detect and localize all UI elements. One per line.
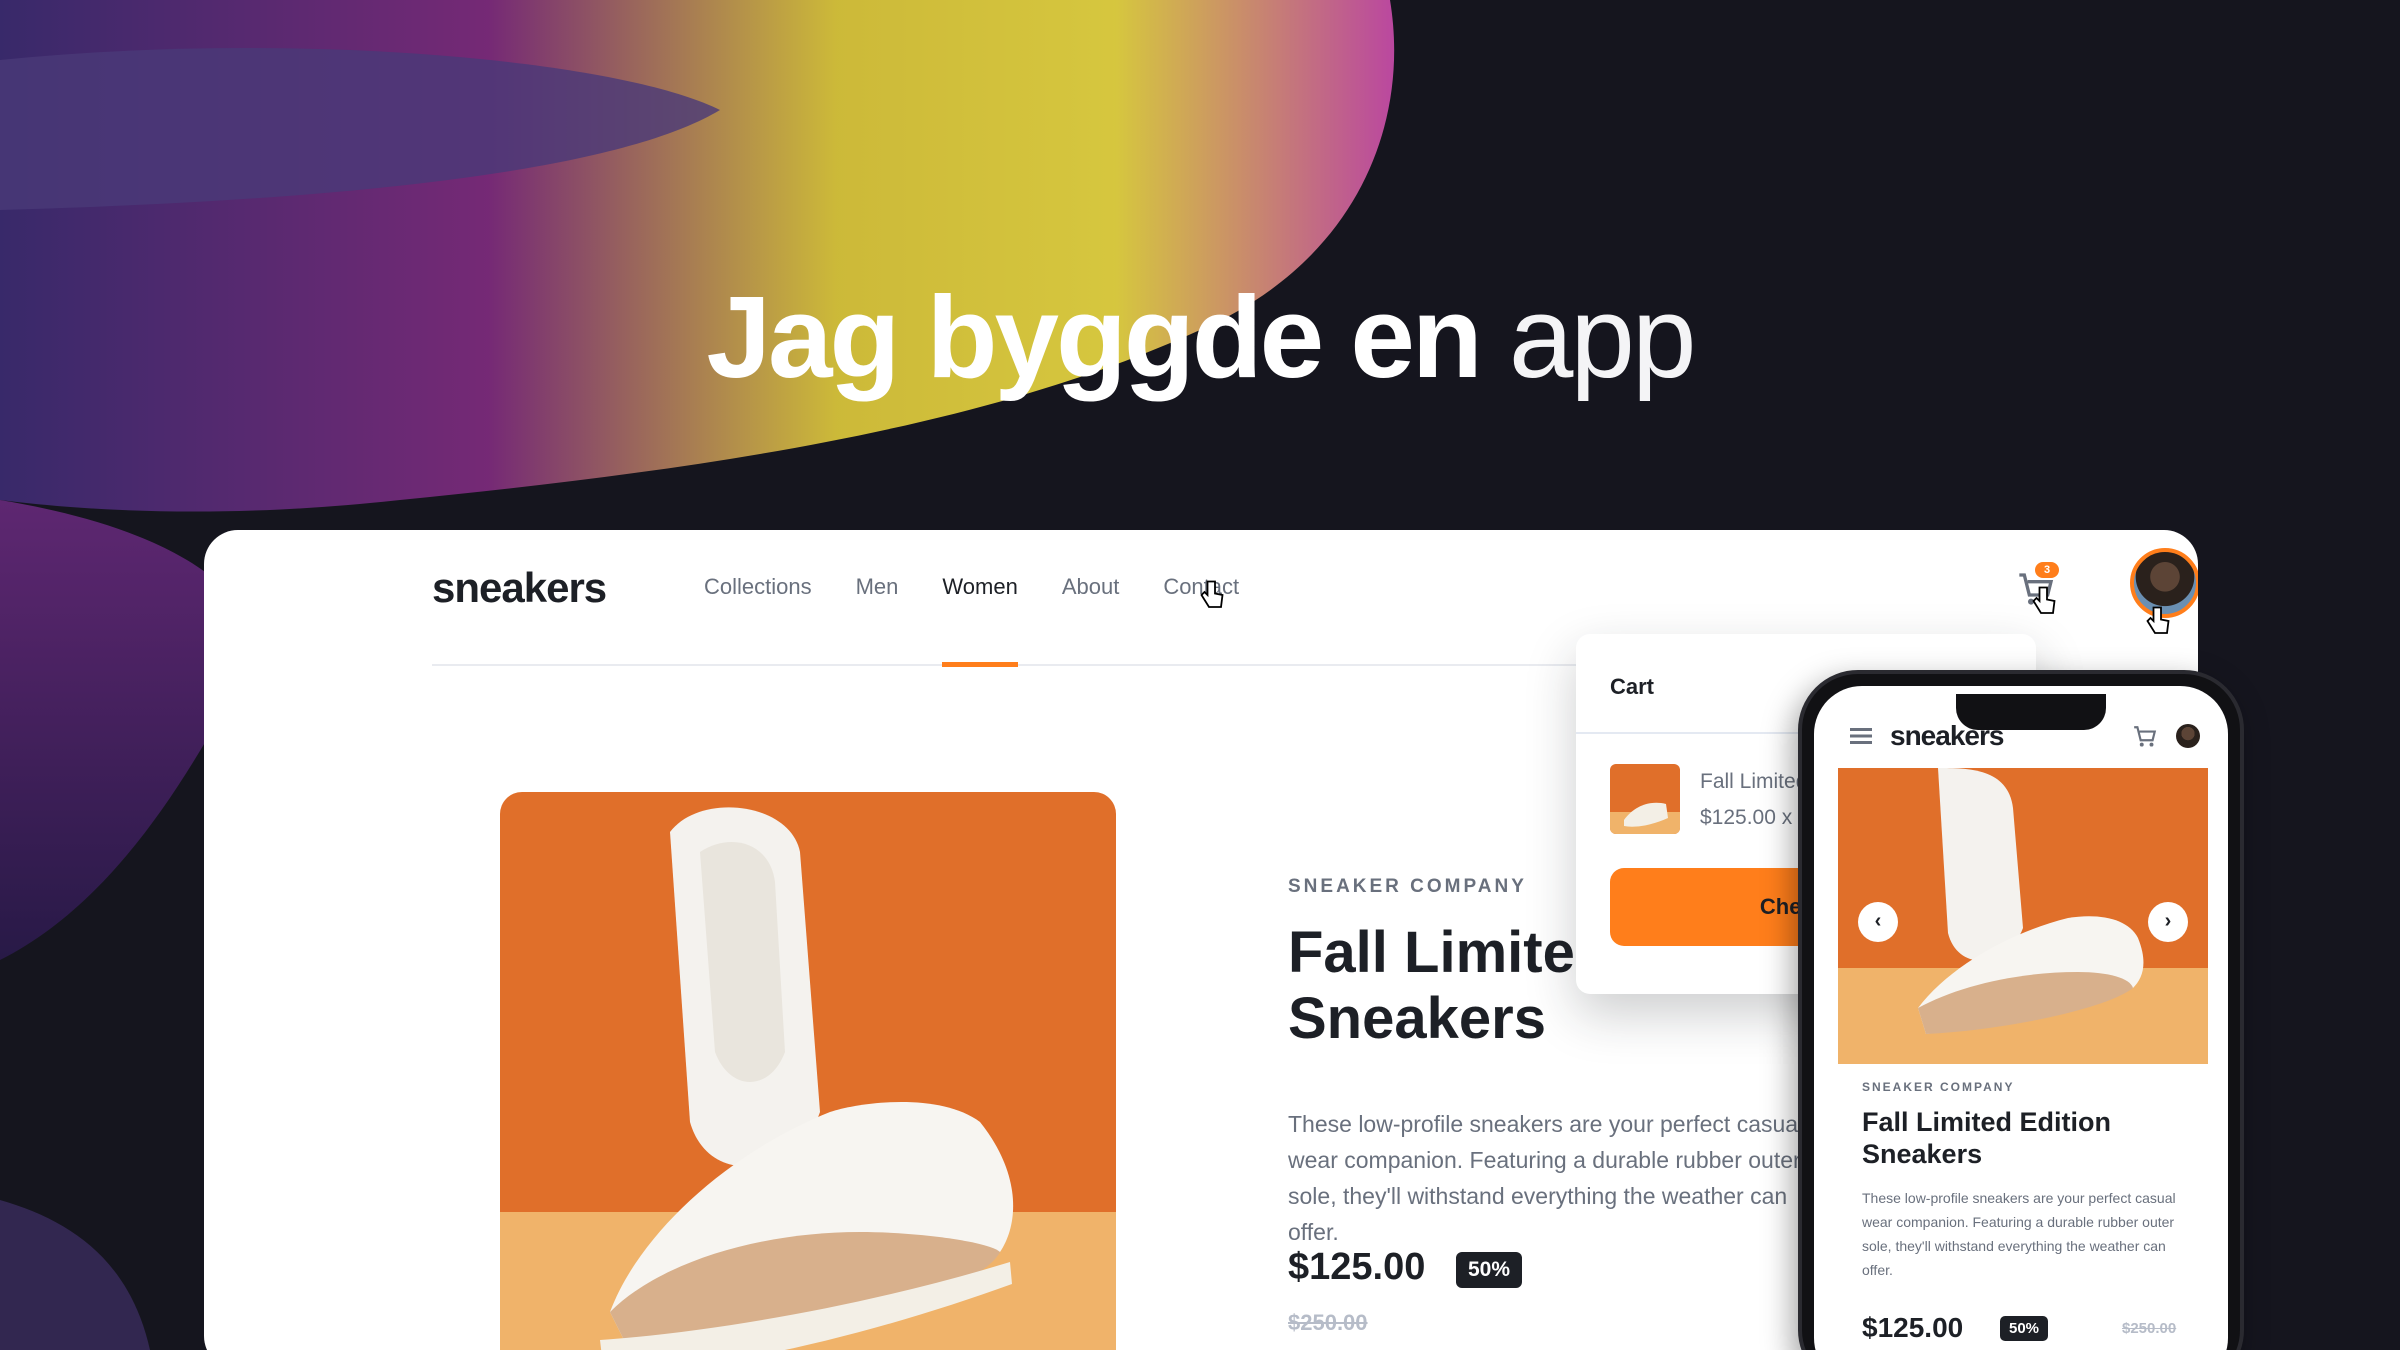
mobile-price: $125.00 [1862, 1312, 1964, 1343]
nav-link-women[interactable]: Women [942, 574, 1019, 667]
headline: Jag byggde en app [0, 270, 2400, 404]
previous-image-button[interactable]: ‹ [1858, 902, 1898, 942]
mobile-avatar[interactable] [2176, 724, 2200, 748]
product-price: $125.00 [1288, 1246, 1426, 1288]
discount-badge: 50% [1456, 1252, 1523, 1288]
logo[interactable]: sneakers [432, 564, 607, 612]
next-image-button[interactable]: › [2148, 902, 2188, 942]
nav-link-about[interactable]: About [1062, 574, 1120, 666]
headline-light: app [1508, 272, 1697, 402]
product-title: Fall Limited Edition Sneakers [1288, 920, 1823, 1052]
mobile-original-price: $250.00 [2122, 1320, 2177, 1337]
headline-strong: Jag byggde en [706, 272, 1483, 402]
mobile-cart-icon[interactable] [2132, 724, 2158, 750]
product-image[interactable] [500, 792, 1116, 1350]
hand-cursor-icon [1200, 580, 1224, 608]
nav-link-collections[interactable]: Collections [704, 574, 812, 666]
mobile-product-title: Fall Limited Edition Sneakers [1862, 1107, 2111, 1169]
mobile-brand-label: SNEAKER COMPANY [1862, 1080, 2015, 1094]
mobile-product-description: These low-profile sneakers are your perf… [1862, 1190, 2176, 1278]
nav-link-men[interactable]: Men [856, 574, 899, 666]
original-price: $250.00 [1288, 1310, 1368, 1335]
brand-label: SNEAKER COMPANY [1288, 876, 1527, 897]
nav-links: Collections Men Women About Contact [704, 574, 1283, 667]
hand-cursor-icon [2146, 606, 2170, 634]
cart-item-thumbnail [1610, 764, 1680, 834]
product-description: These low-profile sneakers are your perf… [1288, 1111, 1804, 1245]
phone-mockup: sneakers ‹ › SNEAKER COMPANY Fall Limite… [1798, 670, 2244, 1350]
product-title-line-1: Fall Limited Edition [1288, 920, 1823, 985]
phone-notch [1956, 694, 2106, 730]
cart-count-badge: 3 [2035, 562, 2059, 578]
hand-cursor-icon [2032, 586, 2056, 614]
phone-screen: sneakers ‹ › SNEAKER COMPANY Fall Limite… [1814, 686, 2228, 1350]
menu-icon[interactable] [1850, 728, 1872, 744]
mobile-discount-badge: 50% [2000, 1316, 2049, 1341]
product-title-line-2: Sneakers [1288, 986, 1546, 1051]
cart-item-price-line: $125.00 x 3 [1700, 806, 1810, 829]
